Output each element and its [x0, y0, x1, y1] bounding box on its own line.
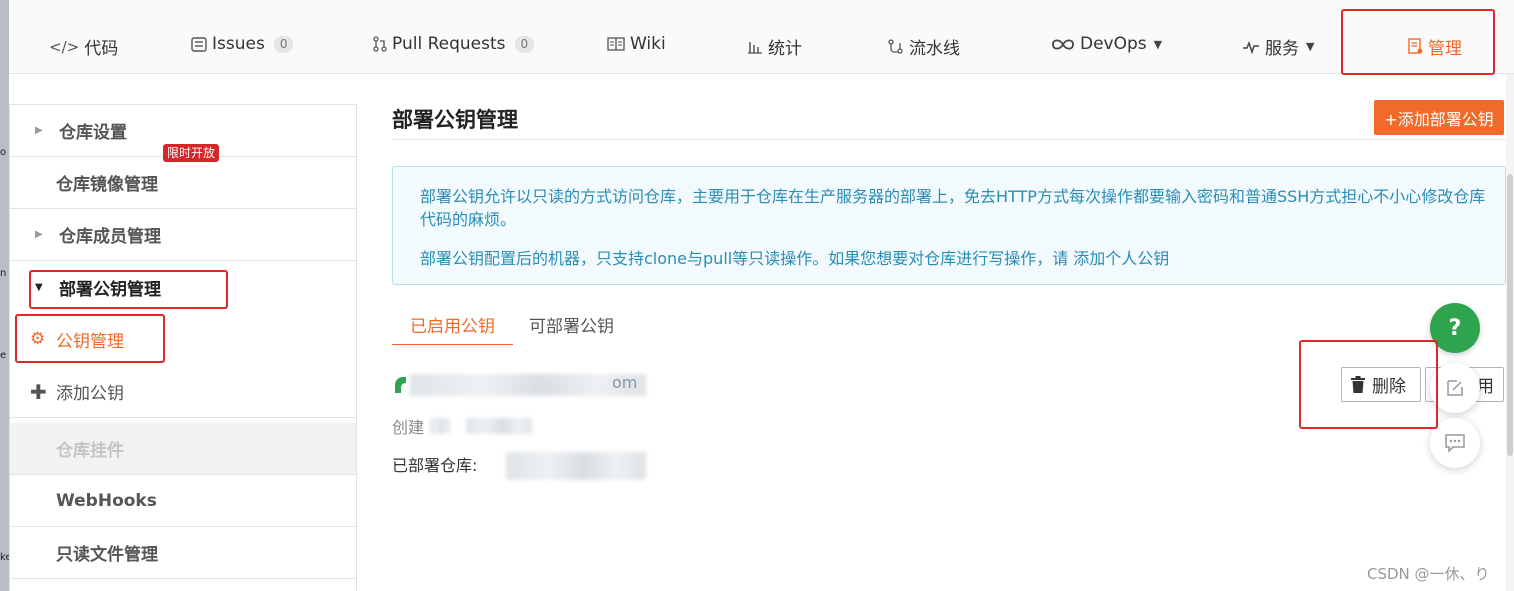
sidebar-item-deploy-keys[interactable]: ▼ 部署公钥管理 [10, 261, 356, 313]
sidebar-subitem-key-manage[interactable]: ⚙ 公钥管理 [10, 313, 356, 365]
sidebar-item-repo-members[interactable]: ▶ 仓库成员管理 [10, 209, 356, 261]
sidebar-item-label: 仓库镜像管理 [56, 175, 158, 195]
sidebar-item-label: 添加公钥 [56, 384, 124, 404]
pr-count-badge: 0 [514, 35, 535, 53]
limited-time-badge: 限时开放 [163, 144, 220, 162]
nav-tab-stats[interactable]: 统计 [747, 34, 802, 59]
nav-label: Wiki [630, 34, 666, 54]
issues-count-badge: 0 [273, 35, 294, 53]
chat-icon [1445, 434, 1465, 453]
tab-deployable-keys[interactable]: 可部署公钥 [529, 312, 614, 346]
divider [392, 139, 1506, 140]
delete-button[interactable]: 删除 [1341, 367, 1421, 402]
code-icon: </> [49, 37, 80, 56]
chat-button[interactable] [1430, 418, 1480, 468]
sidebar-subitem-add-key[interactable]: ✚ 添加公钥 [10, 366, 356, 418]
watermark: CSDN @一休、り [1367, 565, 1490, 583]
deployed-repos-label: 已部署仓库: [392, 456, 478, 475]
gear-icon: ⚙ [30, 329, 46, 349]
nav-tab-code[interactable]: </> 代码 [49, 34, 119, 60]
nav-tab-issues[interactable]: Issues 0 [191, 34, 294, 54]
tab-enabled-keys[interactable]: 已启用公钥 [392, 312, 513, 346]
sidebar-item-webhooks[interactable]: WebHooks [10, 475, 356, 527]
nav-label: 管理 [1428, 39, 1462, 59]
nav-label: 统计 [768, 39, 802, 59]
redacted-deployed-repos [506, 452, 646, 480]
pull-request-icon [373, 36, 387, 52]
caret-down-icon: ▼ [1153, 37, 1163, 51]
nav-label: Pull Requests [392, 34, 506, 54]
sidebar-item-label: 仓库设置 [59, 123, 127, 143]
stats-icon [747, 39, 763, 54]
info-text: 部署公钥配置后的机器，只支持clone与pull等只读操作。如果您想要对仓库进行… [420, 249, 1170, 268]
nav-label: 流水线 [909, 39, 960, 59]
pipeline-icon [888, 38, 904, 55]
info-text: 部署公钥允许以只读的方式访问仓库，主要用于仓库在生产服务器的部署上，免去HTTP… [420, 187, 1486, 229]
sidebar-item-label: WebHooks [56, 490, 157, 511]
nav-tab-manage[interactable]: 管理 [1408, 34, 1462, 59]
sidebar-item-label: 只读文件管理 [56, 545, 158, 565]
tab-underline-space [392, 345, 1506, 346]
issues-icon [191, 36, 207, 52]
caret-right-icon: ▶ [35, 229, 43, 240]
wiki-icon [607, 37, 625, 51]
nav-label: Issues [212, 34, 265, 54]
key-title-suffix: om [612, 373, 638, 392]
nav-tab-services[interactable]: 服务 ▼ [1242, 34, 1314, 59]
caret-down-icon: ▼ [35, 281, 43, 293]
devops-icon [1051, 38, 1075, 51]
nav-tab-pull-requests[interactable]: Pull Requests 0 [373, 34, 535, 54]
desktop-fragment: e [0, 350, 7, 361]
redacted-key-title [410, 374, 646, 396]
page-title: 部署公钥管理 [392, 108, 518, 132]
desktop-fragment: n [0, 268, 7, 279]
sidebar-item-label: 仓库挂件 [56, 441, 124, 461]
scrollbar-thumb[interactable] [1507, 174, 1513, 456]
nav-tab-devops[interactable]: DevOps ▼ [1051, 34, 1162, 54]
sidebar-item-label: 部署公钥管理 [59, 279, 161, 300]
repo-nav-bar: </> 代码 Issues 0 Pull Requests 0 Wiki 统计 … [9, 0, 1514, 74]
nav-label: 服务 [1265, 39, 1299, 59]
key-created-label: 创建 [392, 418, 425, 437]
feedback-button[interactable] [1430, 363, 1480, 413]
nav-tab-wiki[interactable]: Wiki [607, 34, 666, 54]
manage-icon [1408, 38, 1423, 55]
caret-right-icon: ▶ [35, 125, 43, 136]
edit-note-icon [1447, 380, 1463, 396]
info-notice: 部署公钥允许以只读的方式访问仓库，主要用于仓库在生产服务器的部署上，免去HTTP… [392, 166, 1506, 285]
plus-icon: ✚ [30, 379, 47, 404]
sidebar-item-repo-mirror[interactable]: 仓库镜像管理 限时开放 [10, 144, 356, 209]
trash-icon [1351, 376, 1365, 393]
help-button[interactable]: ? [1430, 303, 1480, 353]
scrollbar[interactable] [1506, 74, 1514, 591]
desktop-fragment: o [0, 147, 7, 158]
delete-button-label: 删除 [1372, 377, 1406, 397]
settings-sidebar: ▶ 仓库设置 仓库镜像管理 限时开放 ▶ 仓库成员管理 ▼ 部署公钥管理 ⚙ 公… [9, 104, 357, 591]
sidebar-item-readonly-files[interactable]: 只读文件管理 [10, 527, 356, 579]
nav-label: DevOps [1080, 34, 1147, 54]
services-icon [1242, 40, 1260, 54]
redacted-created-info [466, 418, 532, 434]
redacted-created-info [430, 418, 450, 434]
desktop-edge: o n e ke [0, 0, 12, 591]
add-deploy-key-button[interactable]: +添加部署公钥 [1374, 100, 1504, 135]
nav-label: 代码 [84, 39, 119, 59]
caret-down-icon: ▼ [1306, 40, 1315, 53]
key-icon [395, 377, 406, 393]
sidebar-item-repo-widgets: 仓库挂件 [10, 423, 356, 475]
nav-tab-pipeline[interactable]: 流水线 [888, 34, 960, 59]
sidebar-item-label: 公钥管理 [56, 331, 124, 352]
sidebar-item-label: 仓库成员管理 [59, 227, 161, 247]
